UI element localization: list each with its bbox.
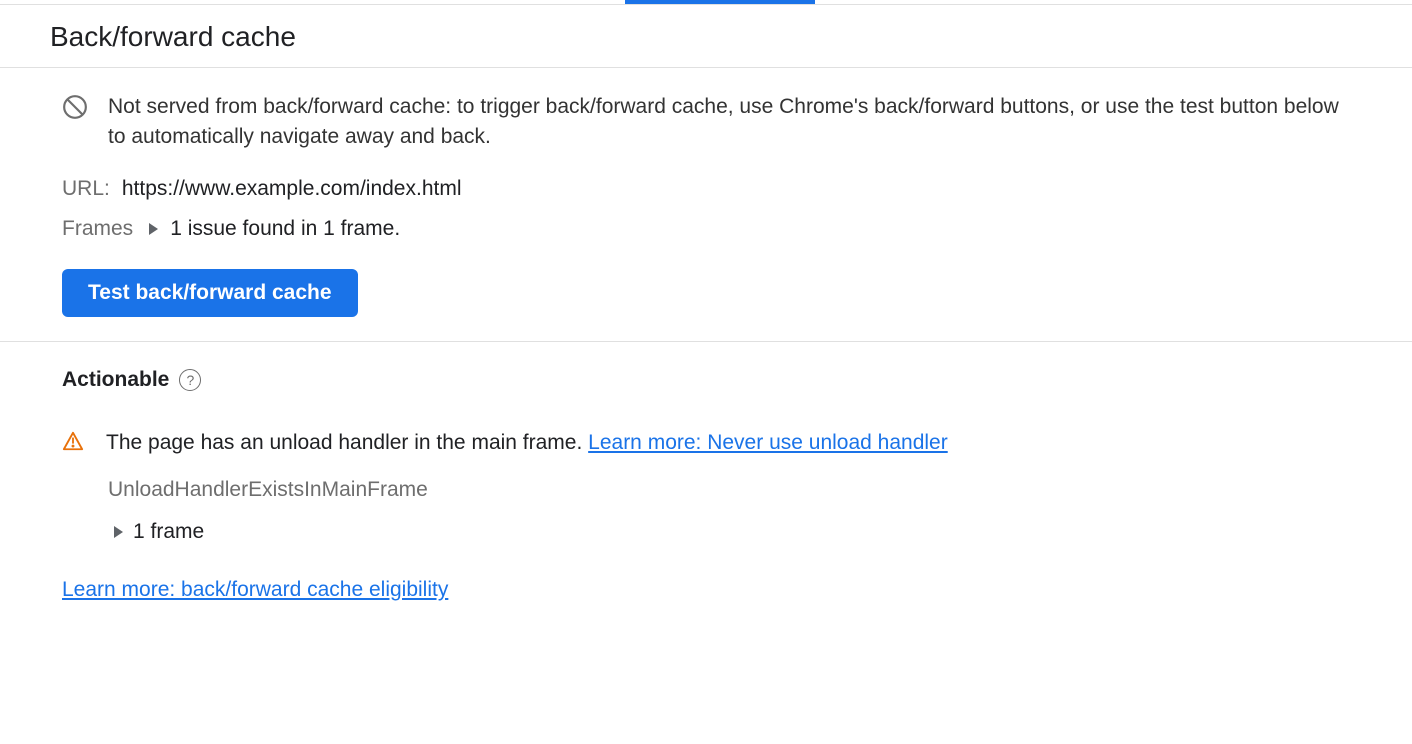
learn-more-eligibility-link[interactable]: Learn more: back/forward cache eligibili… bbox=[62, 578, 448, 601]
issue-message: The page has an unload handler in the ma… bbox=[106, 431, 588, 454]
status-section: Not served from back/forward cache: to t… bbox=[0, 68, 1412, 341]
url-label: URL: bbox=[62, 177, 110, 201]
url-row: URL: https://www.example.com/index.html bbox=[62, 177, 1350, 201]
expand-icon bbox=[114, 526, 123, 538]
info-text: Not served from back/forward cache: to t… bbox=[108, 92, 1350, 153]
page-title: Back/forward cache bbox=[50, 21, 1362, 53]
panel-header: Back/forward cache bbox=[0, 5, 1412, 67]
learn-more-unload-link[interactable]: Learn more: Never use unload handler bbox=[588, 431, 948, 454]
expand-icon bbox=[149, 223, 158, 235]
frames-label: Frames bbox=[62, 217, 133, 241]
frames-summary: 1 issue found in 1 frame. bbox=[170, 217, 400, 241]
warning-icon bbox=[62, 430, 84, 458]
actionable-header: Actionable bbox=[62, 368, 1350, 392]
test-bfcache-button[interactable]: Test back/forward cache bbox=[62, 269, 358, 317]
url-value: https://www.example.com/index.html bbox=[122, 177, 462, 201]
issue-code: UnloadHandlerExistsInMainFrame bbox=[108, 478, 1350, 502]
issue-row: The page has an unload handler in the ma… bbox=[62, 428, 1350, 458]
actionable-heading: Actionable bbox=[62, 368, 169, 392]
actionable-section: Actionable The page has an unload handle… bbox=[0, 342, 1412, 632]
frame-count-row[interactable]: 1 frame bbox=[108, 520, 1350, 544]
info-row: Not served from back/forward cache: to t… bbox=[62, 92, 1350, 153]
issue-text: The page has an unload handler in the ma… bbox=[106, 428, 948, 457]
frames-row[interactable]: Frames 1 issue found in 1 frame. bbox=[62, 217, 1350, 241]
help-icon[interactable] bbox=[179, 369, 201, 391]
frame-count: 1 frame bbox=[133, 520, 204, 544]
blocked-icon bbox=[62, 94, 88, 126]
